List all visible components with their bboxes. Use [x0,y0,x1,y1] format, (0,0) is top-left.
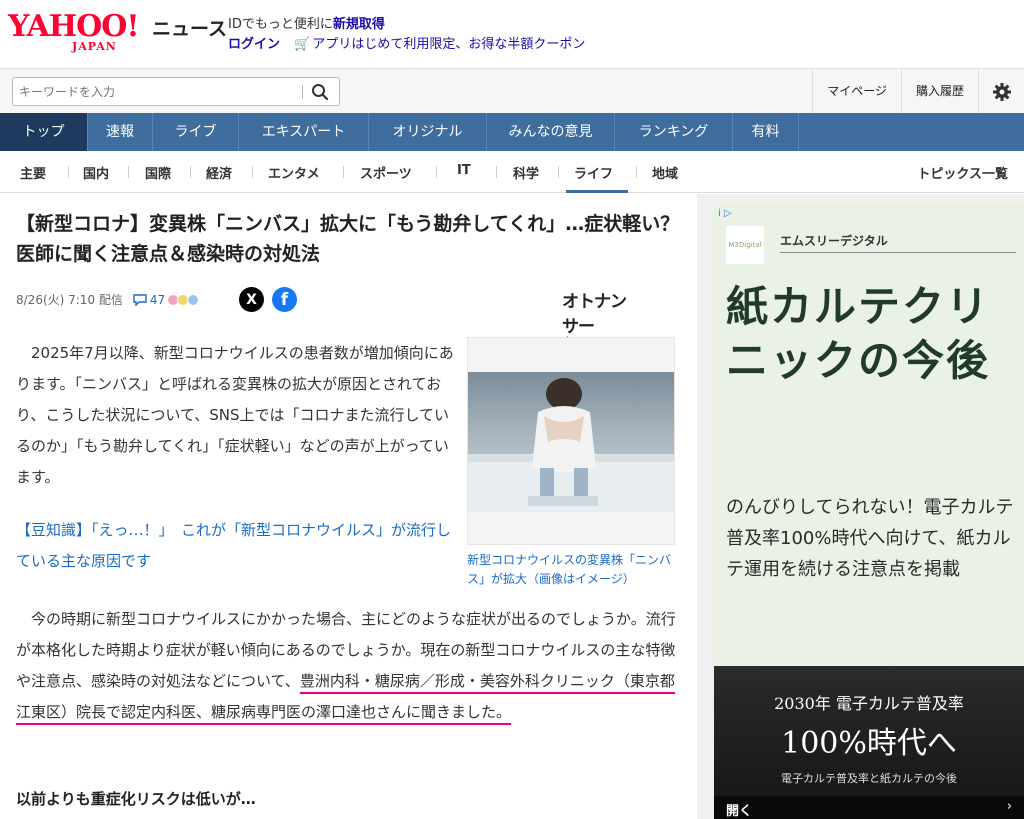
main-nav-breaking[interactable]: 速報 [88,113,153,151]
main-nav-top[interactable]: トップ [0,113,88,151]
category-divider [128,166,129,178]
main-nav-opinions[interactable]: みんなの意見 [487,113,615,151]
main-nav-paid[interactable]: 有料 [733,113,799,151]
ad-headline: 紙カルテクリニックの今後 [726,282,991,385]
article-photo[interactable] [467,337,675,545]
ad-open-button[interactable]: 開く [726,800,752,819]
category-it[interactable]: IT [457,163,471,178]
advertiser-name: エムスリーデジタル [780,232,1016,253]
publisher-logo-text: オトナンサー [562,292,627,337]
site-header: YAHOO! JAPAN ニュース IDでもっと便利に新規取得 ログイン 🛒 アプ… [0,0,1024,68]
logo-wordmark: YAHOO! [8,9,140,44]
category-divider [252,166,253,178]
id-promo-text: IDでもっと便利に [228,17,333,32]
search-bar-row: マイページ 購入履歴 [0,68,1024,114]
category-life[interactable]: ライフ [574,163,613,182]
publish-suffix: 配信 [98,293,123,307]
signup-link[interactable]: 新規取得 [333,17,385,32]
mypage-link[interactable]: マイページ [812,69,901,114]
category-sports[interactable]: スポーツ [360,163,412,182]
publish-date: 8/26(火) 7:10 [16,293,96,307]
category-domestic[interactable]: 国内 [83,163,109,182]
login-row: ログイン 🛒 アプリはじめて利用限定、お得な半額クーポン [228,33,585,52]
category-science[interactable]: 科学 [513,163,539,182]
sidebar-ad[interactable]: i ▷ M3Digital エムスリーデジタル 紙カルテクリニックの今後 のんび… [714,204,1024,819]
category-divider [436,166,437,178]
search-separator [302,85,303,99]
main-nav: トップ 速報 ライブ エキスパート オリジナル みんなの意見 ランキング 有料 [0,113,1024,151]
main-nav-original[interactable]: オリジナル [369,113,487,151]
id-promo: IDでもっと便利に新規取得 [228,13,385,32]
active-category-indicator [566,190,628,193]
article-paragraph-2: 今の時期に新型コロナウイルスにかかった場合、主にどのような症状が出るのでしょうか… [16,604,684,728]
search-input[interactable] [13,78,293,105]
main-nav-live[interactable]: ライブ [153,113,239,151]
publisher-logo[interactable]: オトナンサー otonanswer [562,287,627,343]
article-meta: 8/26(火) 7:10 配信 47 [16,291,200,308]
reaction-icon [187,293,200,306]
purchase-history-link[interactable]: 購入履歴 [900,69,978,114]
article-subheading: 以前よりも重症化リスクは低いが… [16,790,256,808]
article-title: 【新型コロナ】変異株「ニンバス」拡大に「もう勘弁してくれ」…症状軽い？ 医師に聞… [16,213,698,265]
category-divider [190,166,191,178]
category-main[interactable]: 主要 [20,163,46,182]
coupon-link[interactable]: アプリはじめて利用限定、お得な半額クーポン [312,37,585,52]
article-paragraph-1: 2025年7月以降、新型コロナウイルスの患者数が増加傾向にあります。「ニンバス」… [16,344,454,486]
reaction-icons[interactable] [167,293,200,306]
advertiser-logo: M3Digital [726,226,764,264]
share-facebook-button[interactable]: f [272,287,297,312]
comment-icon [133,293,147,306]
search-icon[interactable] [309,81,331,103]
category-divider [558,166,559,178]
photo-caption[interactable]: 新型コロナウイルスの変異株「ニンバス」が拡大（画像はイメージ） [467,551,675,589]
login-link[interactable]: ログイン [228,37,280,52]
user-links: マイページ 購入履歴 [812,69,1024,114]
news-section-label[interactable]: ニュース [152,14,227,41]
category-divider [636,166,637,178]
chevron-right-icon: › [1006,799,1012,814]
share-x-button[interactable]: X [239,287,264,312]
category-entertainment[interactable]: エンタメ [268,163,320,182]
photo-image [468,372,674,512]
topics-list-link[interactable]: トピックス一覧 [917,163,1008,182]
related-article-link[interactable]: 【豆知識】「えっ…！」 これが「新型コロナウイルス」が流行している主な原因です [16,515,456,577]
ad-open-bar[interactable]: 開く › [714,796,1024,819]
cart-icon: 🛒 [294,37,311,52]
category-economy[interactable]: 経済 [206,163,232,182]
ad-body: のんびりしてられない！電子カルテ普及率100%時代へ向けて、紙カルテ運用を続ける… [726,497,1014,580]
ad-banner[interactable]: 2030年 電子カルテ普及率 100%時代へ 電子カルテ普及率と紙カルテの今後 … [714,666,1024,819]
category-nav: 主要 国内 国際 経済 エンタメ スポーツ IT 科学 ライフ 地域 トピックス… [0,151,1024,193]
category-divider [343,166,344,178]
comment-count: 47 [149,292,166,307]
adchoices-icon[interactable]: i ▷ [718,208,732,219]
ad-banner-line2: 100%時代へ [781,726,957,761]
category-divider [68,166,69,178]
category-international[interactable]: 国際 [145,163,171,182]
search-box [12,77,340,106]
yahoo-japan-logo[interactable]: YAHOO! JAPAN [8,9,148,54]
ad-banner-line1: 2030年 電子カルテ普及率 [774,694,964,713]
main-nav-ranking[interactable]: ランキング [615,113,733,151]
gear-icon[interactable] [978,69,1024,114]
category-regional[interactable]: 地域 [652,163,678,182]
logo-japan: JAPAN [72,40,117,53]
ad-banner-line3: 電子カルテ普及率と紙カルテの今後 [781,772,957,785]
category-divider [496,166,497,178]
comment-count-link[interactable]: 47 [133,293,165,307]
main-nav-expert[interactable]: エキスパート [239,113,369,151]
